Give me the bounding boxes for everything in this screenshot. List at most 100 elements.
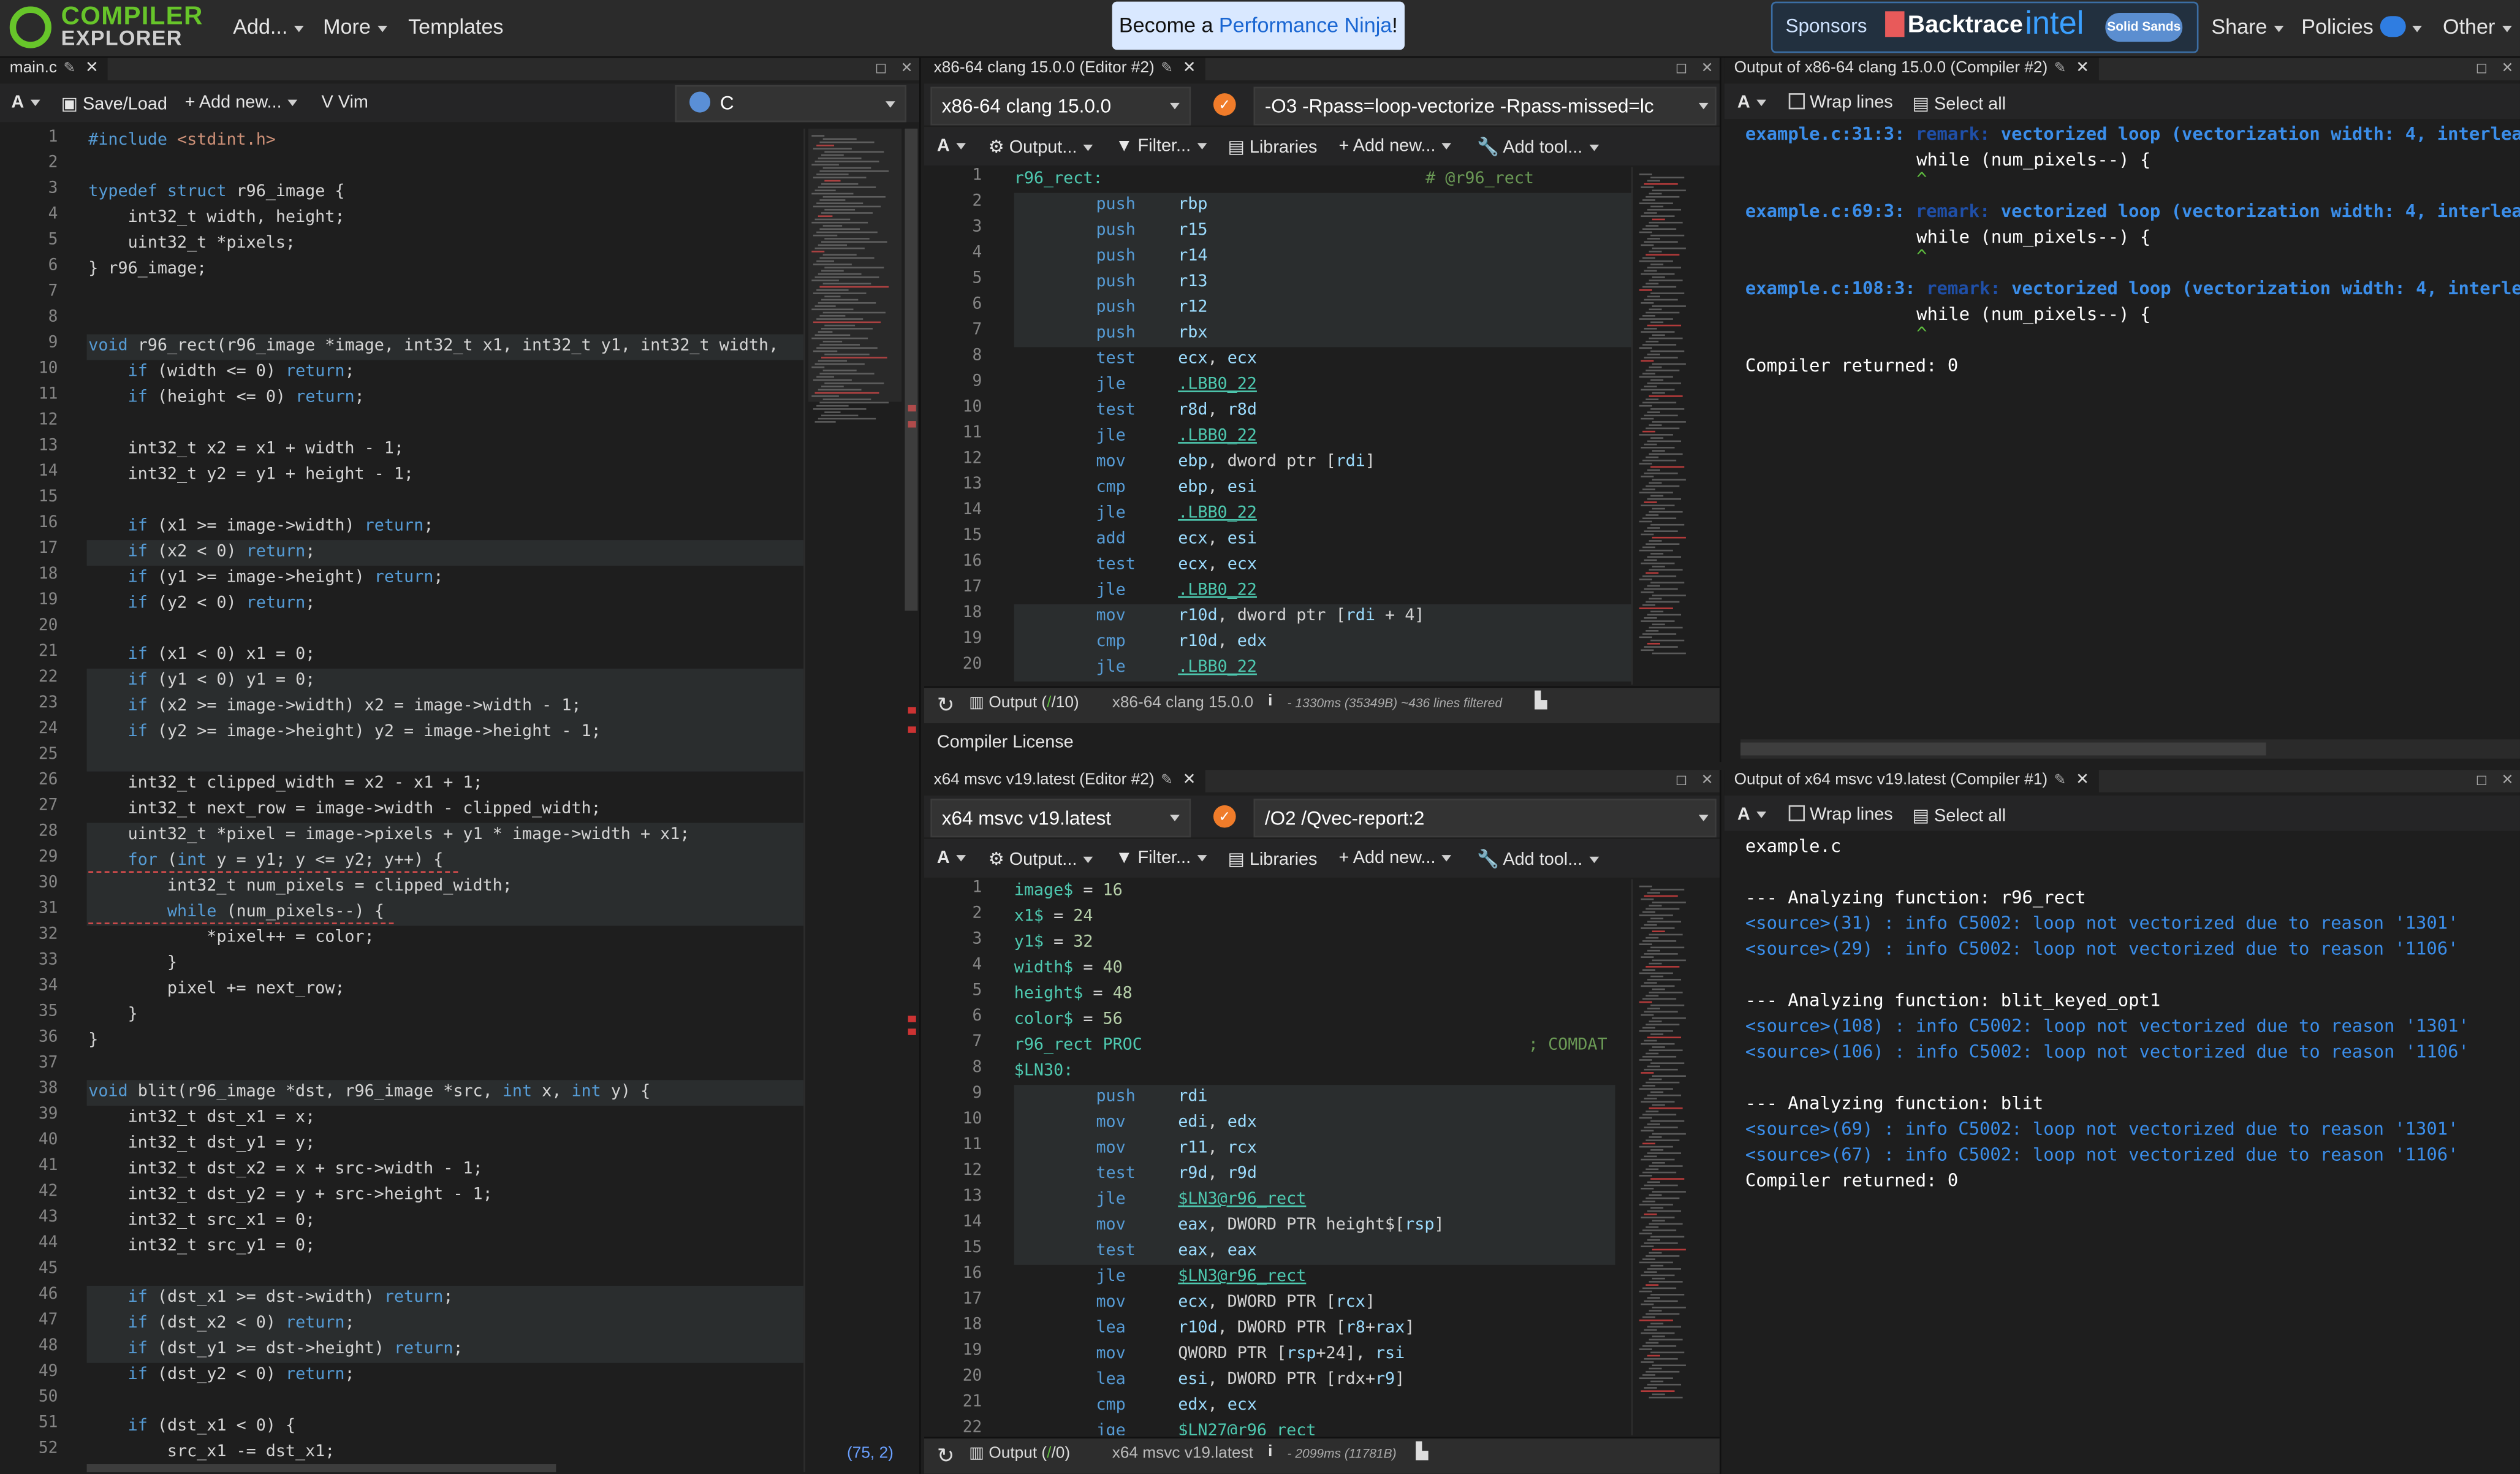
maximize-icon[interactable]: ◻ [1676,59,1688,75]
output-toggle[interactable]: ▥ Output (//10) [969,694,1079,712]
compiler2-select[interactable]: x64 msvc v19.latest [930,799,1191,838]
close-icon[interactable]: ✕ [1701,772,1714,788]
minimap-line [1647,1036,1682,1039]
promo-banner[interactable]: Become a Performance Ninja! [1112,1,1405,50]
assembly-view-2[interactable]: 1 image$ = 16 2 x1$ = 24 3 y1$ = 32 4 width$ = … [924,879,1631,1435]
libraries-button[interactable]: ▤ Libraries [1228,137,1318,158]
add-new-button[interactable]: + Add new... [1338,137,1452,156]
filter-button[interactable]: ▼ Filter... [1115,137,1207,156]
output2-tab[interactable]: Output of x64 msvc v19.latest (Compiler … [1724,770,2099,796]
close-icon[interactable]: ✕ [2502,59,2514,75]
maximize-icon[interactable]: ◻ [2476,772,2488,788]
minimap-line [1641,649,1654,652]
add-menu[interactable]: Add... [233,14,304,39]
edit-icon[interactable]: ✎ [2054,59,2066,75]
logo[interactable]: COMPILER EXPLORER [6,3,202,51]
edit-icon[interactable]: ✎ [1161,59,1173,75]
close-icon[interactable]: ✕ [2076,772,2089,789]
horizontal-scrollbar[interactable] [1740,739,2520,759]
minimap-line [1639,1030,1673,1032]
compiler2-options[interactable]: /O2 /Qvec-report:2 [1253,799,1717,838]
output-options-button[interactable]: ⚙ Output... [989,849,1093,870]
scroll-thumb[interactable] [1740,742,2266,756]
output-toggle[interactable]: ▥ Output (//0) [969,1445,1070,1463]
checkbox[interactable] [1788,93,1805,110]
edit-icon[interactable]: ✎ [1161,772,1173,788]
policies-menu[interactable]: Policies [2301,15,2422,39]
font-size-button[interactable]: A [11,93,40,113]
horizontal-scroll-thumb[interactable] [86,1464,556,1473]
wrap-lines-toggle[interactable]: Wrap lines [1788,805,1893,824]
compiler1-options[interactable]: -O3 -Rpass=loop-vectorize -Rpass-missed=… [1253,86,1717,126]
info-icon[interactable]: i [1268,693,1272,710]
add-new-button[interactable]: + Add new... [185,93,298,113]
code-editor[interactable]: 1 #include <stdint.h> 2 3 typedef struct r96… [0,129,804,1472]
intel-logo[interactable]: intel [2025,6,2084,43]
assembly-view-1[interactable]: 1 r96_rect: # @r96_rect 2 push rbp 3 push r15 4 pu… [924,167,1631,685]
sponsors-box[interactable]: Sponsors Backtrace intel Solid Sands [1770,1,2199,53]
promo-link[interactable]: Performance Ninja [1219,13,1392,37]
compile-status-icon[interactable]: ✓ [1213,93,1236,116]
minimap-line [1639,1117,1652,1119]
maximize-icon[interactable]: ◻ [2476,59,2488,75]
templates-link[interactable]: Templates [408,15,503,39]
libraries-button[interactable]: ▤ Libraries [1228,849,1318,869]
editor-scrollbar[interactable] [903,128,920,1473]
scroll-thumb[interactable] [905,128,918,611]
close-icon[interactable]: ✕ [1183,59,1196,77]
filter-button[interactable]: ▼ Filter... [1115,849,1207,868]
close-icon[interactable]: ✕ [1701,59,1714,75]
editor-tab[interactable]: main.c ✎ ✕ [0,58,108,84]
wrap-lines-toggle[interactable]: Wrap lines [1788,93,1893,113]
editor-minimap[interactable] [803,128,905,1473]
output1-tab[interactable]: Output of x86-64 clang 15.0.0 (Compiler … [1724,58,2099,84]
refresh-icon[interactable]: ↻ [937,693,955,718]
compiler-license-link[interactable]: Compiler License [937,733,1074,752]
select-all-button[interactable]: ▤ Select all [1913,93,2006,114]
close-icon[interactable]: ✕ [2502,772,2514,788]
edit-icon[interactable]: ✎ [63,59,75,75]
solid-sands-logo[interactable]: Solid Sands [2105,12,2183,42]
font-size-button[interactable]: A [1737,93,1766,113]
remark-line: example.c:31:3: remark: vectorized loop … [1745,123,2520,145]
output-options-button[interactable]: ⚙ Output... [989,137,1093,158]
checkbox[interactable] [1788,805,1805,822]
more-menu[interactable]: More [323,15,387,39]
add-tool-button[interactable]: 🔧 Add tool... [1477,137,1599,158]
other-menu[interactable]: Other [2443,15,2511,39]
close-icon[interactable]: ✕ [85,59,99,77]
add-menu-label: Add... [233,14,288,39]
language-select[interactable]: C [675,85,907,123]
info-icon[interactable]: i [1268,1443,1272,1461]
close-icon[interactable]: ✕ [901,59,913,75]
font-size-button[interactable]: A [937,849,966,868]
backtrace-logo[interactable]: Backtrace [1885,11,2023,39]
asm2-minimap[interactable] [1631,879,1720,1435]
minimap-line [1641,447,1675,449]
compiler2-tab[interactable]: x64 msvc v19.latest (Editor #2) ✎ ✕ [924,770,1206,796]
maximize-icon[interactable]: ◻ [875,59,887,75]
share-menu[interactable]: Share [2211,15,2283,39]
add-tool-button[interactable]: 🔧 Add tool... [1477,849,1599,870]
font-size-button[interactable]: A [1737,805,1766,824]
asm1-minimap[interactable] [1631,167,1720,685]
vim-button[interactable]: V Vim [321,93,368,112]
save-load-button[interactable]: ▣ Save/Load [61,93,167,114]
asm-line: jge $LN27@r96_rect [1096,1422,1316,1435]
compile-status-icon[interactable]: ✓ [1213,805,1236,828]
maximize-icon[interactable]: ◻ [1676,772,1688,788]
select-all-icon: ▤ [1912,94,1929,115]
refresh-icon[interactable]: ↻ [937,1443,955,1469]
chart-icon[interactable]: ▙ [1416,1443,1428,1461]
add-new-button[interactable]: + Add new... [1338,849,1452,868]
close-icon[interactable]: ✕ [2076,59,2089,77]
compiler1-tab[interactable]: x86-64 clang 15.0.0 (Editor #2) ✎ ✕ [924,58,1206,84]
compiler-output-2[interactable]: example.c --- Analyzing function: r96_rec… [1745,834,2520,1461]
compiler1-select[interactable]: x86-64 clang 15.0.0 [930,86,1191,126]
compiler-output-1[interactable]: example.c:31:3: remark: vectorized loop … [1745,122,2520,733]
font-size-button[interactable]: A [937,137,966,156]
chart-icon[interactable]: ▙ [1535,693,1547,710]
select-all-button[interactable]: ▤ Select all [1913,805,2006,826]
edit-icon[interactable]: ✎ [2054,772,2066,788]
close-icon[interactable]: ✕ [1183,772,1196,789]
